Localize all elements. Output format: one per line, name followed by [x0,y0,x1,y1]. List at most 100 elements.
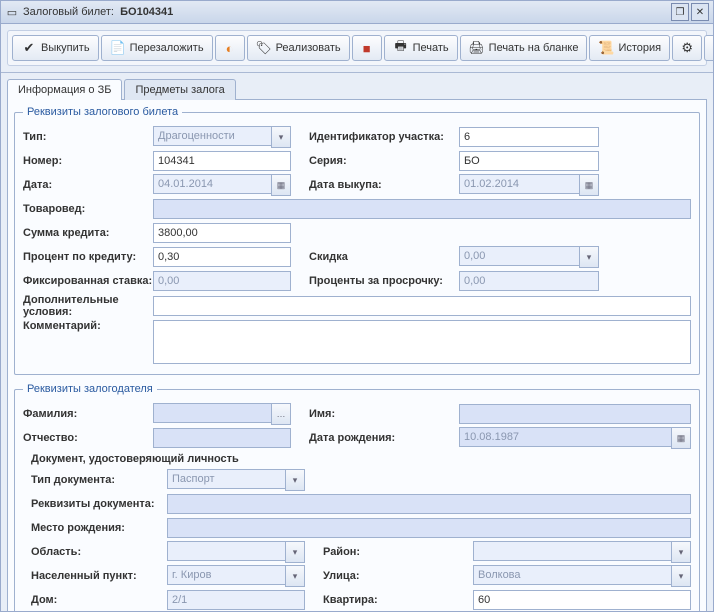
date-label: Дата: [23,179,153,191]
birthplace-label: Место рождения: [31,522,167,534]
ticket-fieldset: Реквизиты залогового билета Тип: ▾ Идент… [14,106,700,375]
region-label: Область: [31,546,167,558]
realize-label: Реализовать [276,42,341,54]
repledge-button[interactable]: 📄 Перезаложить [101,35,213,61]
overdue-field[interactable] [459,271,599,291]
buyout-date-label: Дата выкупа: [309,179,459,191]
patronymic-field[interactable] [153,428,291,448]
birthplace-field[interactable] [167,518,691,538]
comment-field[interactable] [153,320,691,364]
pledger-fieldset: Реквизиты залогодателя Фамилия: … Имя: О… [14,383,700,612]
dob-field[interactable] [459,427,671,447]
number-field[interactable] [153,151,291,171]
flat-field[interactable] [473,590,691,610]
doc-req-field[interactable] [167,494,691,514]
title-id: БО104341 [120,6,173,18]
doc-type-dropdown-icon[interactable]: ▾ [285,469,305,491]
buyout-date-field[interactable] [459,174,579,194]
doc-legend: Документ, удостоверяющий личность [31,453,691,465]
print-blank-button[interactable]: 🖨 Печать на бланке [460,35,588,61]
appraiser-field[interactable] [153,199,691,219]
doc-type-field[interactable] [167,469,285,489]
ident-label: Идентификатор участка: [309,131,459,143]
extra-field[interactable] [153,296,691,316]
date-field[interactable] [153,174,271,194]
print-label: Печать [413,42,449,54]
fixed-rate-field[interactable] [153,271,291,291]
gear-icon: ⚙ [679,40,695,56]
surname-label: Фамилия: [23,408,153,420]
buy-label: Выкупить [41,42,90,54]
region-dropdown-icon[interactable]: ▾ [285,541,305,563]
region-field[interactable] [167,541,285,561]
ticket-legend: Реквизиты залогового билета [23,106,182,118]
history-button[interactable]: 📜История [589,35,670,61]
district-label: Район: [323,546,473,558]
repledge-label: Перезаложить [130,42,204,54]
realize-button[interactable]: 🏷 Реализовать [247,35,350,61]
city-field[interactable] [167,565,285,585]
street-dropdown-icon[interactable]: ▾ [671,565,691,587]
tab-panel: Реквизиты залогового билета Тип: ▾ Идент… [7,99,707,612]
print-blank-label: Печать на бланке [489,42,579,54]
dob-calendar-icon[interactable]: ▦ [671,427,691,449]
close-button[interactable]: ✖Закрыть [704,35,714,61]
name-field[interactable] [459,404,691,424]
street-field[interactable] [473,565,671,585]
overdue-label: Проценты за просрочку: [309,275,459,287]
tab-info[interactable]: Информация о ЗБ [7,79,122,100]
house-field[interactable] [167,590,305,610]
series-field[interactable] [459,151,599,171]
toolbar: ✔Выкупить 📄 Перезаложить ◐ 🏷 Реализовать ■… [7,30,707,66]
credit-sum-label: Сумма кредита: [23,227,153,239]
tab-items[interactable]: Предметы залога [124,79,235,100]
discount-dropdown-icon[interactable]: ▾ [579,246,599,268]
discount-label: Скидка [309,251,459,263]
surname-field[interactable] [153,403,271,423]
ident-field[interactable] [459,127,599,147]
appraiser-label: Товаровед: [23,203,153,215]
street-label: Улица: [323,570,473,582]
printer-form-icon: 🖨 [469,40,485,56]
type-dropdown-icon[interactable]: ▾ [271,126,291,148]
district-field[interactable] [473,541,671,561]
city-dropdown-icon[interactable]: ▾ [285,565,305,587]
surname-lookup-icon[interactable]: … [271,403,291,425]
history-icon: 📜 [598,40,614,56]
action-orange-button[interactable]: ◐ [215,35,245,61]
ticket-icon: 📄 [110,40,126,56]
comment-label: Комментарий: [23,320,153,332]
credit-percent-field[interactable] [153,247,291,267]
date-calendar-icon[interactable]: ▦ [271,174,291,196]
discount-field[interactable] [459,246,579,266]
doc-type-label: Тип документа: [31,474,167,486]
credit-sum-field[interactable] [153,223,291,243]
app-window: ▭ Залоговый билет: БО104341 ❐ ✕ ✔Выкупит… [0,0,714,612]
house-label: Дом: [31,594,167,606]
action-extra-button[interactable]: ⚙ [672,35,702,61]
square-icon: ■ [359,40,375,56]
restore-button[interactable]: ❐ [671,3,689,21]
print-button[interactable]: 🖶 Печать [384,35,458,61]
close-window-button[interactable]: ✕ [691,3,709,21]
action-red-button[interactable]: ■ [352,35,382,61]
series-label: Серия: [309,155,459,167]
type-field[interactable] [153,126,271,146]
tag-icon: 🏷 [256,40,272,56]
buyout-calendar-icon[interactable]: ▦ [579,174,599,196]
buy-button[interactable]: ✔Выкупить [12,35,99,61]
tabbar: Информация о ЗБ Предметы залога [7,79,707,100]
district-dropdown-icon[interactable]: ▾ [671,541,691,563]
patronymic-label: Отчество: [23,432,153,444]
document-icon: ▭ [5,5,19,19]
flat-label: Квартира: [323,594,473,606]
city-label: Населенный пункт: [31,570,167,582]
refresh-icon: ◐ [222,40,238,56]
printer-icon: 🖶 [393,40,409,56]
extra-label: Дополнительные условия: [23,294,153,318]
identity-doc-group: Документ, удостоверяющий личность Тип до… [23,453,691,612]
title-prefix: Залоговый билет: [23,6,114,18]
doc-req-label: Реквизиты документа: [31,498,167,510]
type-label: Тип: [23,131,153,143]
credit-percent-label: Процент по кредиту: [23,251,153,263]
